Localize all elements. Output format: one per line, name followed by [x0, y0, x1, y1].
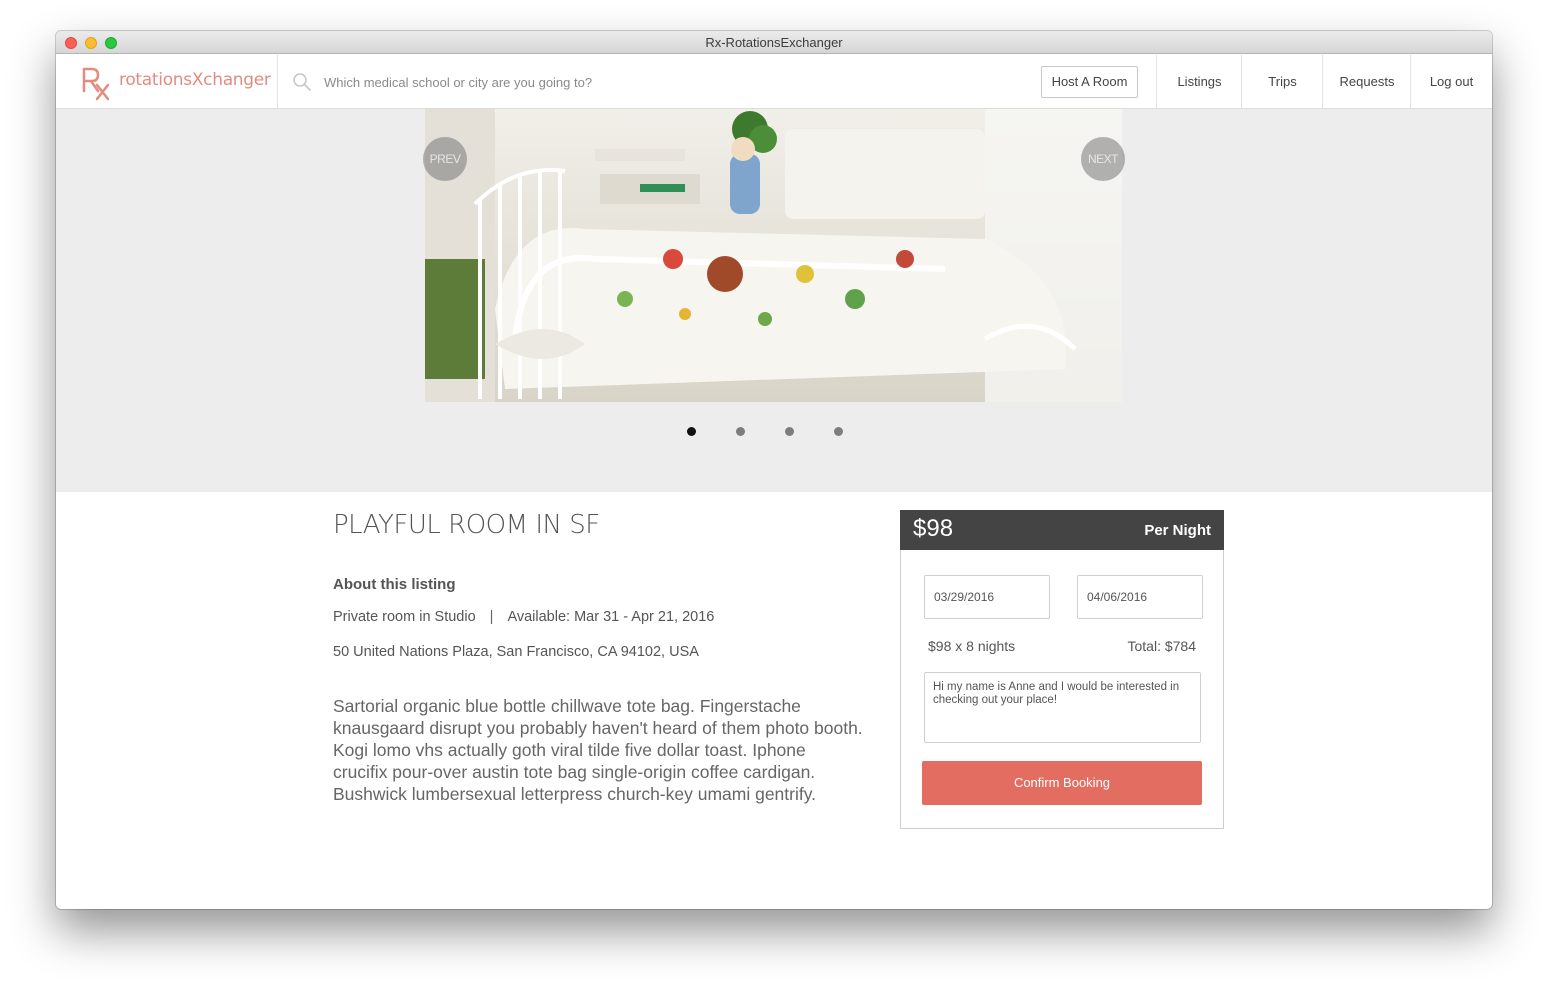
gallery-prev-button[interactable]: PREV [423, 137, 467, 181]
check-in-date-field[interactable] [924, 575, 1050, 619]
gallery-next-button[interactable]: NEXT [1081, 137, 1125, 181]
nightly-price: $98 [913, 515, 954, 542]
listing-title: PLAYFUL ROOM IN SF [333, 510, 600, 540]
gallery-dot-3[interactable] [785, 427, 794, 436]
listing-meta: Private room in Studio | Available: Mar 31… [333, 609, 714, 625]
per-night-label: Per Night [1144, 522, 1211, 539]
gallery-dot-1[interactable] [687, 427, 696, 436]
listing-description: Sartorial organic blue bottle chillwave … [333, 696, 863, 804]
about-heading: About this listing [333, 576, 456, 593]
nav-requests[interactable]: Requests [1322, 55, 1411, 109]
room-type: Private room in Studio [333, 609, 476, 625]
host-a-room-button[interactable]: Host A Room [1041, 66, 1138, 98]
availability: Available: Mar 31 - Apr 21, 2016 [507, 609, 715, 625]
listing-address: 50 United Nations Plaza, San Francisco, … [333, 644, 699, 660]
nights-calculation: $98 x 8 nights [928, 638, 1016, 654]
logo-text: rotationsXchanger [119, 70, 271, 90]
bedroom-photo [425, 109, 1122, 402]
gallery-dot-4[interactable] [834, 427, 843, 436]
nav-log-out[interactable]: Log out [1410, 55, 1492, 109]
message-textarea[interactable]: Hi my name is Anne and I would be intere… [924, 672, 1201, 743]
navbar: rotationsXchanger Host A Room Listings T… [56, 55, 1492, 109]
photo-gallery: PREV NEXT [56, 109, 1492, 492]
search-input[interactable] [322, 69, 802, 95]
logo[interactable]: rotationsXchanger [56, 55, 278, 109]
listing-photo [425, 109, 1122, 402]
search-icon [293, 73, 311, 91]
meta-separator: | [489, 609, 494, 625]
nav-listings[interactable]: Listings [1156, 55, 1242, 109]
gallery-dot-2[interactable] [736, 427, 745, 436]
price-header: $98 Per Night [900, 510, 1224, 550]
confirm-booking-button[interactable]: Confirm Booking [922, 761, 1202, 805]
rx-logo-icon [82, 67, 110, 101]
title-bar: Rx-RotationsExchanger [56, 31, 1492, 54]
nav-trips[interactable]: Trips [1241, 55, 1323, 109]
window-title: Rx-RotationsExchanger [705, 35, 843, 50]
check-out-date-field[interactable] [1077, 575, 1203, 619]
browser-window: Rx-RotationsExchanger rotationsXchanger … [56, 31, 1492, 909]
booking-card: $98 Per Night $98 x 8 nights Total: $784… [900, 510, 1224, 829]
booking-total: Total: $784 [1127, 638, 1197, 654]
